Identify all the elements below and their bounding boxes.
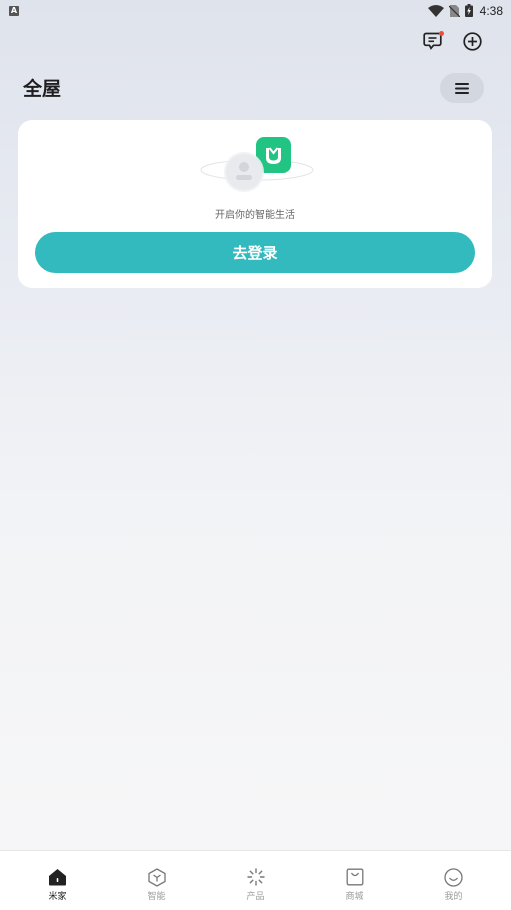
add-button[interactable] [461,31,483,55]
login-illustration [198,134,316,200]
message-button[interactable] [421,31,444,54]
wifi-icon [427,2,444,21]
notification-badge-icon: A [9,6,19,16]
tab-bar: 米家 智能 产品 商城 我的 [0,850,511,910]
tab-smart[interactable]: 智能 [117,851,197,910]
tab-label: 商城 [345,892,364,902]
login-caption: 开启你的智能生活 [215,210,295,221]
tab-profile[interactable]: 我的 [414,851,494,910]
tab-label: 智能 [147,892,166,902]
tab-label: 米家 [48,892,67,902]
top-actions [421,31,483,55]
tab-label: 我的 [444,892,463,902]
status-right: 4:38 [427,2,503,21]
menu-icon [455,79,469,98]
message-icon [422,32,442,54]
tab-home[interactable]: 米家 [18,851,98,910]
battery-charging-icon [464,2,473,21]
home-icon [48,867,68,887]
store-icon [345,867,365,887]
add-icon [462,31,482,55]
smart-icon [147,867,167,887]
product-icon [246,867,266,887]
menu-button[interactable] [440,73,484,103]
profile-icon [444,867,464,887]
tab-label: 产品 [246,892,265,902]
status-left: A [9,6,19,16]
unread-dot [439,31,444,36]
tab-store[interactable]: 商城 [315,851,395,910]
status-bar: A 4:38 [0,0,511,22]
login-button[interactable]: 去登录 [35,232,475,273]
page-title: 全屋 [23,78,62,100]
tab-product[interactable]: 产品 [216,851,296,910]
no-sim-icon [448,2,461,21]
avatar-placeholder-icon [224,152,264,192]
status-time: 4:38 [479,4,503,18]
login-card: 开启你的智能生活 去登录 [18,120,492,288]
